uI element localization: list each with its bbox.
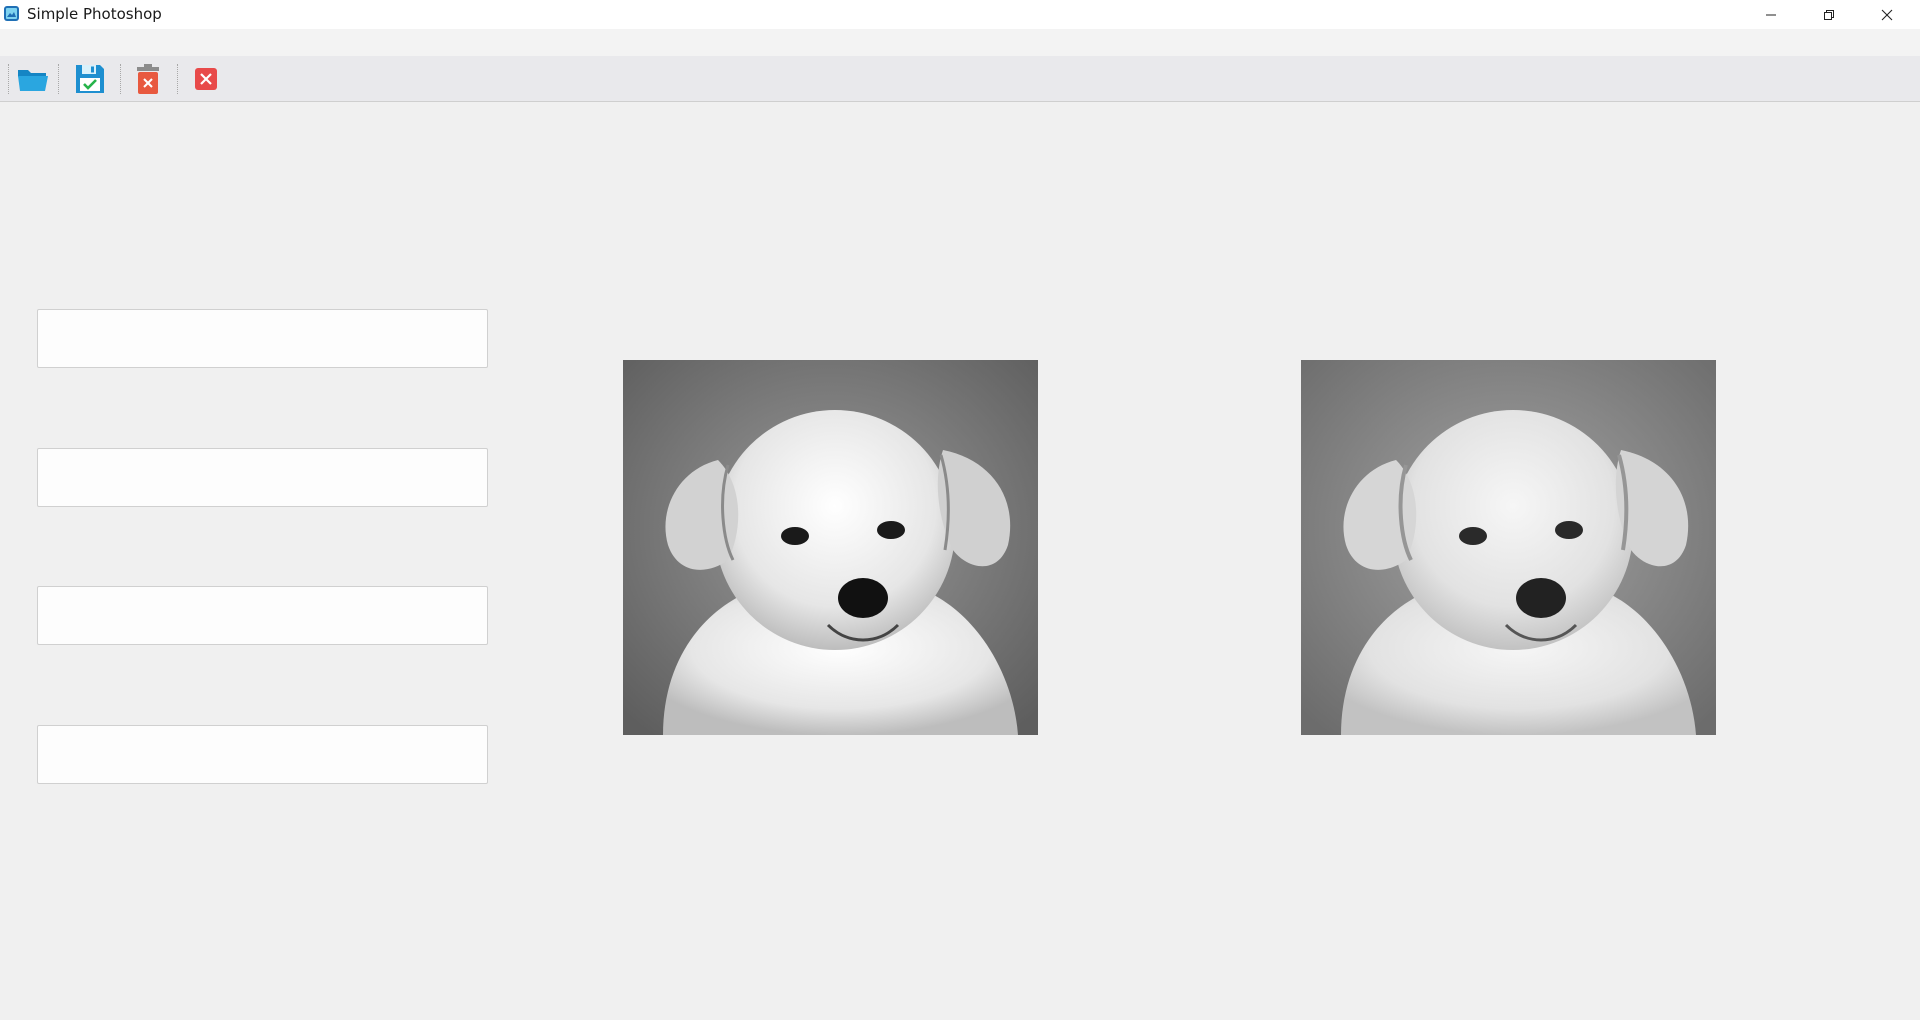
restore-button[interactable] bbox=[1800, 0, 1858, 29]
save-file-button[interactable] bbox=[72, 61, 108, 97]
rotate-minus-90-button[interactable] bbox=[37, 448, 488, 507]
close-icon bbox=[1881, 9, 1893, 20]
flip-vertical-button[interactable] bbox=[37, 725, 488, 784]
save-icon bbox=[76, 65, 104, 93]
menu-bar bbox=[0, 29, 1920, 56]
result-image bbox=[1301, 360, 1716, 735]
puppy-photo-result bbox=[1301, 360, 1716, 735]
minimize-icon bbox=[1766, 14, 1776, 15]
toolbar-separator bbox=[120, 64, 122, 94]
close-image-icon bbox=[195, 68, 217, 90]
toolbar-separator bbox=[177, 64, 179, 94]
toolbar-separator bbox=[58, 64, 60, 94]
close-image-button[interactable] bbox=[188, 61, 224, 97]
original-image bbox=[623, 360, 1038, 735]
open-folder-icon bbox=[18, 70, 48, 91]
close-window-button[interactable] bbox=[1858, 0, 1916, 29]
delete-button[interactable] bbox=[130, 61, 166, 97]
restore-icon bbox=[1824, 9, 1834, 20]
puppy-photo-original bbox=[623, 360, 1038, 735]
minimize-button[interactable] bbox=[1742, 0, 1800, 29]
toolbar bbox=[0, 56, 1920, 102]
toolbar-grip bbox=[8, 64, 10, 94]
rotate-90-button[interactable] bbox=[37, 309, 488, 368]
window-title: Simple Photoshop bbox=[27, 5, 162, 23]
open-file-button[interactable] bbox=[15, 61, 51, 97]
delete-icon bbox=[137, 64, 159, 94]
title-bar: Simple Photoshop bbox=[0, 0, 1920, 29]
flip-horizontal-button[interactable] bbox=[37, 586, 488, 645]
app-icon bbox=[4, 6, 19, 21]
